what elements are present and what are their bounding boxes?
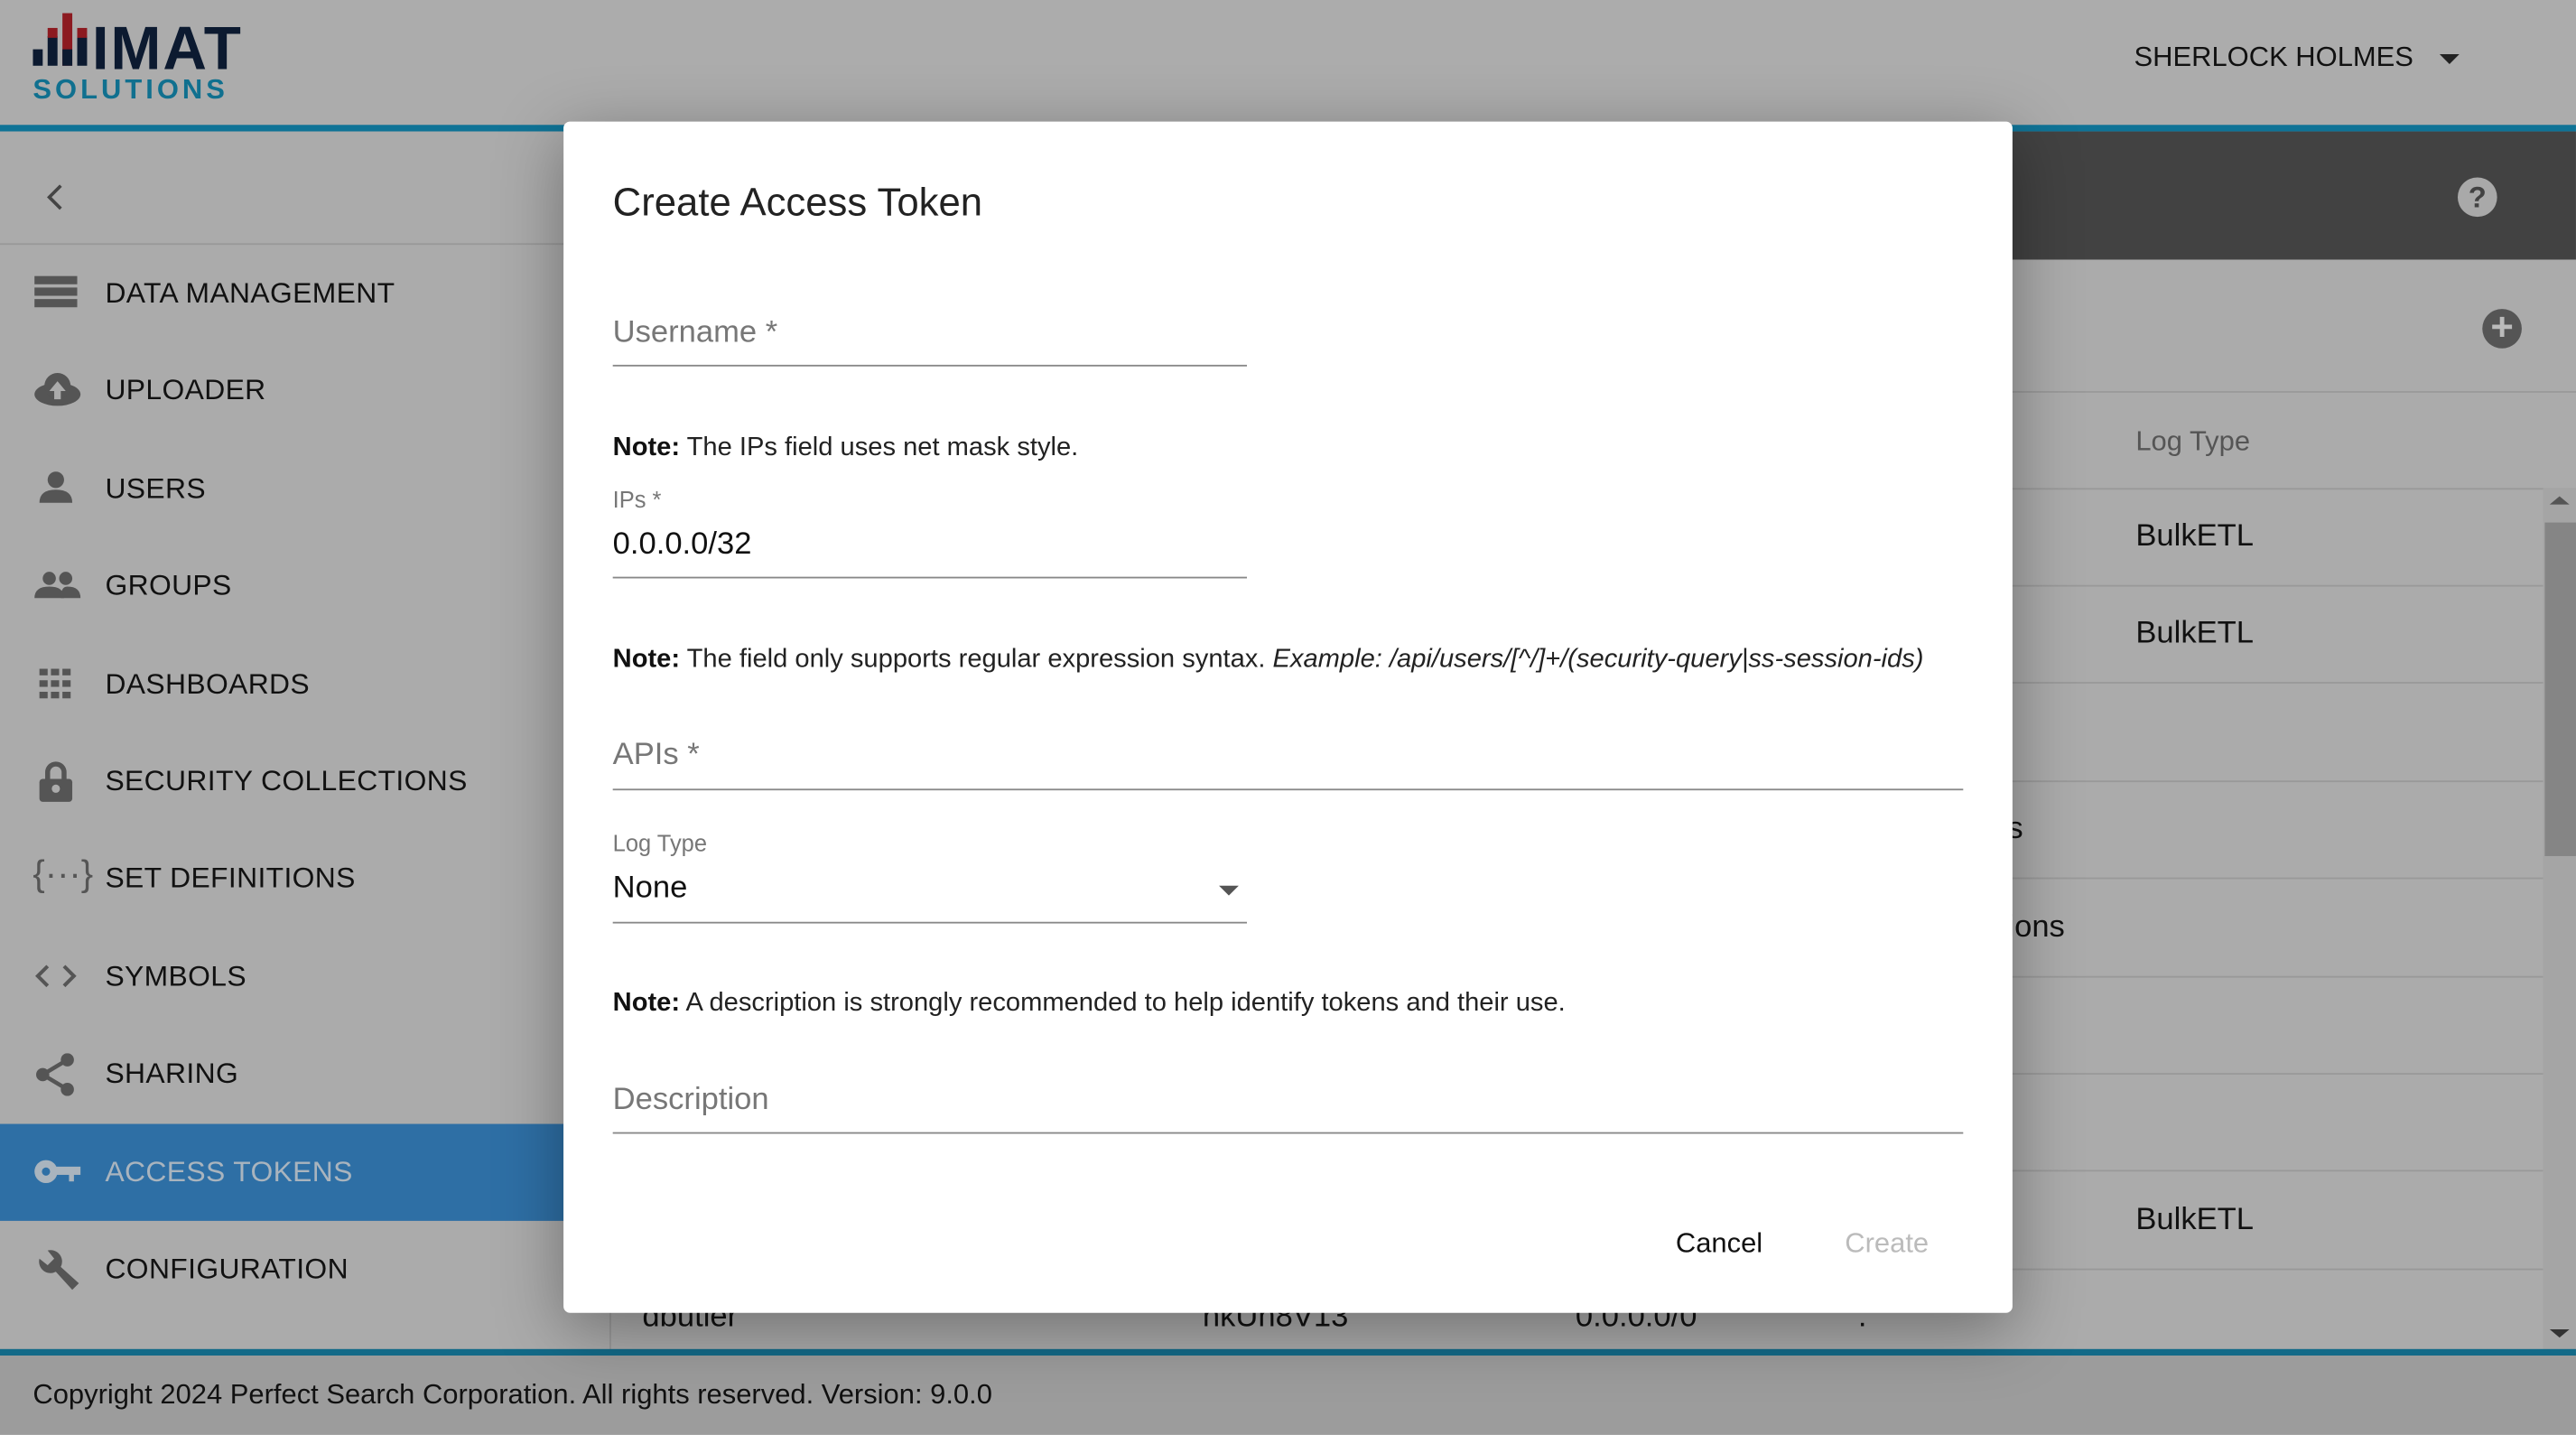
- username-input[interactable]: Username *: [613, 315, 1247, 368]
- sidebar-item-label: DASHBOARDS: [105, 666, 311, 700]
- log-type-label: Log Type: [612, 829, 708, 856]
- log-type-value: None: [612, 871, 688, 906]
- cancel-button[interactable]: Cancel: [1676, 1227, 1762, 1260]
- apis-input[interactable]: APIs *: [613, 738, 1964, 787]
- description-placeholder: Description: [612, 1083, 769, 1118]
- sidebar-item-symbols[interactable]: SYMBOLS: [0, 928, 563, 1025]
- create-button[interactable]: Create: [1845, 1227, 1929, 1260]
- sidebar-item-groups[interactable]: GROUPS: [0, 537, 563, 634]
- sidebar-item-label: SET DEFINITIONS: [105, 862, 356, 895]
- scrollbar-thumb[interactable]: [2544, 522, 2576, 856]
- cell-log-type: BulkETL: [2135, 1202, 2255, 1237]
- username-placeholder: Username *: [612, 315, 778, 350]
- storage-icon: [33, 273, 79, 312]
- user-menu[interactable]: SHERLOCK HOLMES: [2134, 41, 2413, 73]
- table-scrollbar[interactable]: [2543, 488, 2576, 1351]
- username-underline: [612, 364, 1248, 367]
- braces-icon: {···}: [33, 853, 94, 895]
- sidebar-item-label: CONFIGURATION: [105, 1252, 349, 1285]
- sidebar-item-label: GROUPS: [105, 568, 232, 602]
- cell-name: ions: [2007, 909, 2065, 945]
- sidebar-item-label: SYMBOLS: [105, 959, 246, 992]
- dialog-title: Create Access Token: [612, 181, 983, 226]
- note-text: The IPs field uses net mask style.: [680, 433, 1079, 462]
- sidebar-item-label: DATA MANAGEMENT: [105, 275, 395, 310]
- note-example: Example: /api/users/[^/]+/(security-quer…: [1272, 646, 1924, 674]
- note-label: Note:: [612, 989, 681, 1018]
- ips-underline: [612, 576, 1248, 579]
- sidebar-item-security-collections[interactable]: SECURITY COLLECTIONS: [0, 732, 563, 829]
- app-header: IMAT SOLUTIONS SHERLOCK HOLMES: [0, 0, 2576, 126]
- footer: Copyright 2024 Perfect Search Corporatio…: [0, 1356, 2576, 1435]
- note-label: Note:: [612, 433, 681, 462]
- create-access-token-dialog: Create Access Token Username * Note: The…: [563, 121, 2013, 1313]
- sidebar-item-access-tokens[interactable]: ACCESS TOKENS: [0, 1123, 564, 1221]
- key-icon: [33, 1151, 81, 1191]
- description-note: Note: A description is strongly recommen…: [613, 989, 1566, 1019]
- add-icon[interactable]: +: [2482, 308, 2522, 349]
- scroll-up-icon[interactable]: [2549, 496, 2570, 505]
- footer-divider: [0, 1348, 2576, 1356]
- sidebar-item-sharing[interactable]: SHARING: [0, 1026, 563, 1123]
- sidebar-item-dashboards[interactable]: DASHBOARDS: [0, 635, 563, 731]
- description-underline: [612, 1132, 1964, 1134]
- apis-placeholder: APIs *: [612, 737, 700, 773]
- share-icon: [33, 1053, 79, 1096]
- code-icon: [33, 956, 79, 996]
- sidebar-item-configuration[interactable]: CONFIGURATION: [0, 1221, 563, 1318]
- user-name: SHERLOCK HOLMES: [2134, 41, 2413, 73]
- sidebar-item-data-management[interactable]: DATA MANAGEMENT: [0, 245, 563, 341]
- sidebar-item-uploader[interactable]: UPLOADER: [0, 342, 563, 439]
- description-input[interactable]: Description: [613, 1083, 1964, 1132]
- sidebar-item-label: SECURITY COLLECTIONS: [105, 764, 468, 797]
- cell-log-type: BulkETL: [2135, 518, 2255, 554]
- sidebar-item-label: SHARING: [105, 1057, 239, 1090]
- grid-icon: [33, 663, 79, 703]
- wrench-icon: [33, 1249, 79, 1291]
- column-header-log-type[interactable]: Log Type: [2135, 425, 2250, 458]
- sidebar-item-label: UPLOADER: [105, 373, 266, 407]
- log-type-select[interactable]: None: [613, 871, 1247, 920]
- footer-copyright: Copyright 2024 Perfect Search Corporatio…: [33, 1378, 992, 1411]
- sidebar-item-set-definitions[interactable]: {···} SET DEFINITIONS: [0, 831, 563, 927]
- chevron-down-icon[interactable]: [2439, 54, 2460, 64]
- sidebar-item-users[interactable]: USERS: [0, 440, 563, 536]
- sidebar-item-label: ACCESS TOKENS: [105, 1154, 353, 1188]
- person-icon: [33, 468, 79, 508]
- apis-underline: [612, 788, 1964, 791]
- help-icon[interactable]: ?: [2457, 177, 2497, 218]
- ips-label: IPs *: [612, 486, 662, 513]
- sidebar-item-label: USERS: [105, 471, 206, 505]
- dropdown-arrow-icon: [1219, 885, 1239, 896]
- cell-log-type: BulkETL: [2135, 617, 2255, 652]
- scroll-down-icon[interactable]: [2549, 1328, 2570, 1338]
- note-text: A description is strongly recommended to…: [680, 989, 1566, 1018]
- people-icon: [33, 565, 81, 605]
- ips-input[interactable]: 0.0.0.0/32: [613, 527, 1247, 564]
- ips-note: Note: The IPs field uses net mask style.: [613, 433, 1079, 463]
- note-label: Note:: [612, 646, 681, 674]
- apis-note: Note: The field only supports regular ex…: [613, 646, 1924, 676]
- log-type-underline: [612, 921, 1248, 924]
- lock-icon: [33, 760, 79, 802]
- logo-subtext: SOLUTIONS: [33, 73, 228, 106]
- note-text: The field only supports regular expressi…: [680, 646, 1273, 674]
- chevron-left-icon[interactable]: [42, 181, 65, 223]
- cloud-upload-icon: [33, 370, 81, 410]
